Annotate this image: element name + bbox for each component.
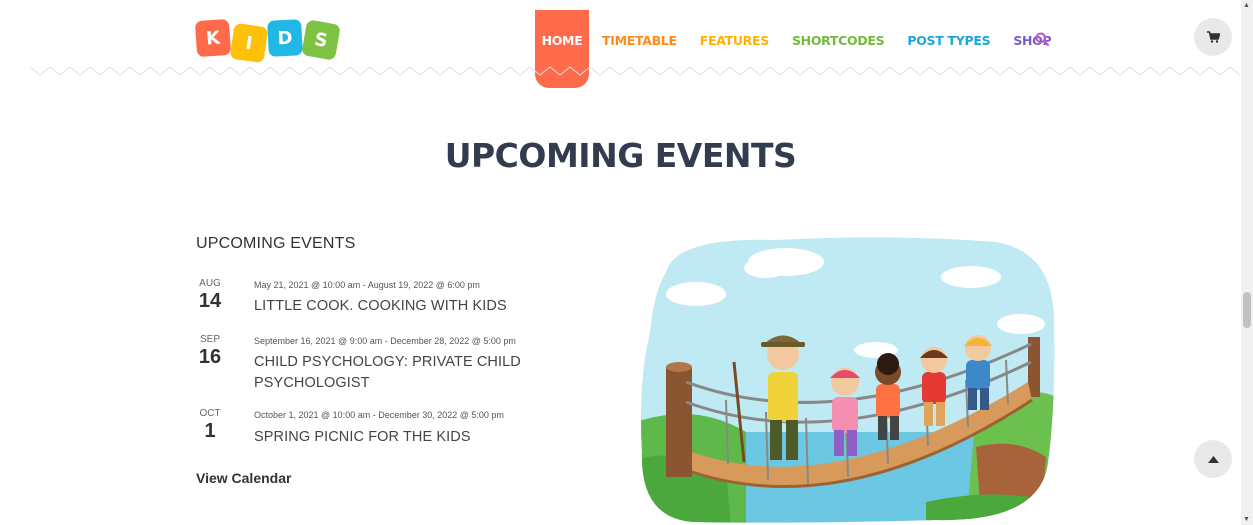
site-header: K I D S HOME TIMETABLE FEATURES SHORTCOD…	[0, 0, 1241, 88]
event-title-link[interactable]: LITTLE COOK. COOKING WITH KIDS	[254, 296, 554, 317]
cart-icon	[1206, 31, 1220, 43]
nav-item-timetable[interactable]: TIMETABLE	[602, 10, 677, 48]
header-wave-divider	[30, 66, 1241, 76]
event-day: 1	[204, 420, 216, 442]
events-widget-title: UPCOMING EVENTS	[196, 235, 356, 252]
nav-item-shortcodes[interactable]: SHORTCODES	[792, 10, 885, 48]
event-title-link[interactable]: SPRING PICNIC FOR THE KIDS	[254, 427, 554, 448]
logo-letter: S	[301, 19, 341, 61]
kids-bridge-illustration	[641, 237, 1055, 523]
event-title-link[interactable]: CHILD PSYCHOLOGY: PRIVATE CHILD PSYCHOLO…	[254, 352, 554, 394]
event-dates: October 1, 2021 @ 10:00 am - December 30…	[254, 410, 504, 420]
event-month: SEP	[199, 334, 220, 345]
chevron-up-icon	[1207, 455, 1219, 463]
nav-item-post-types[interactable]: POST TYPES	[907, 10, 990, 48]
event-day: 16	[198, 346, 222, 368]
back-to-top-button[interactable]	[1194, 440, 1232, 478]
event-dates: May 21, 2021 @ 10:00 am - August 19, 202…	[254, 280, 480, 290]
nav-item-features[interactable]: FEATURES	[700, 10, 770, 48]
event-month: OCT	[199, 408, 221, 419]
logo-letter: D	[267, 19, 303, 57]
page-scrollbar[interactable]: ▲ ▼	[1241, 0, 1253, 525]
logo-letter: K	[194, 18, 232, 58]
search-icon[interactable]	[1035, 32, 1049, 46]
page-title: UPCOMING EVENTS	[444, 136, 797, 175]
scroll-up-arrow[interactable]: ▲	[1243, 2, 1250, 9]
event-day: 14	[198, 290, 222, 312]
cart-button[interactable]	[1194, 18, 1232, 56]
event-dates: September 16, 2021 @ 9:00 am - December …	[254, 336, 516, 346]
scroll-down-arrow[interactable]: ▼	[1243, 516, 1250, 523]
site-logo[interactable]: K I D S	[194, 18, 341, 64]
logo-letter: I	[229, 22, 269, 64]
scrollbar-thumb[interactable]	[1243, 292, 1251, 328]
event-month: AUG	[199, 278, 221, 289]
view-calendar-link[interactable]: View Calendar	[196, 470, 291, 486]
